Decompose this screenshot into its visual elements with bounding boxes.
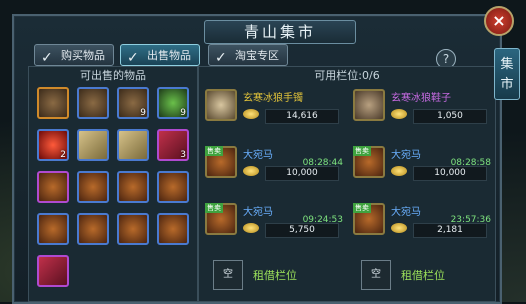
inventory-slot[interactable]: 9 [117,87,149,119]
tab-label: 购买物品 [61,49,105,62]
market-window: 青山集市 ✓ 购买物品 ✓ 出售物品 ✓ 淘宝专区 ? 可出售的物品 9923 … [12,14,502,304]
inventory-slot[interactable] [157,213,189,245]
listing-card[interactable]: 售卖 大宛马 23:57:36 2,181 [353,203,491,249]
empty-slot-badge: 空 [213,260,243,290]
tab-sell[interactable]: ✓ 出售物品 [120,44,200,66]
listing-price: 14,616 [265,109,339,124]
listing-name: 大宛马 [243,150,273,161]
listing-price: 10,000 [413,166,487,181]
inventory-slot[interactable]: 2 [37,129,69,161]
sellable-items-title: 可出售的物品 [80,69,146,82]
tab-label: 淘宝专区 [235,49,279,62]
horse-icon: 售卖 [353,203,385,235]
inventory-slot[interactable] [37,213,69,245]
inventory-slot[interactable] [77,171,109,203]
tab-taobao[interactable]: ✓ 淘宝专区 [208,44,288,66]
listing-card[interactable]: 玄寒冰狼手镯 14,616 [205,89,343,135]
listing-price: 1,050 [413,109,487,124]
listing-price: 2,181 [413,223,487,238]
listing-name: 大宛马 [243,207,273,218]
inventory-slot[interactable] [117,213,149,245]
gold-coin-icon [391,223,407,233]
inventory-slot[interactable] [77,129,109,161]
item-quantity: 2 [60,150,66,160]
listing-price: 10,000 [265,166,339,181]
sellable-items-panel: 可出售的物品 9 9 2 3 [28,66,198,302]
inventory-slot[interactable] [77,87,109,119]
listings-panel: 可用栏位:0/6 玄寒冰狼手镯 14,616 玄寒冰狼鞋子 1,050 售卖 大宛马 08:… [198,66,496,302]
gold-coin-icon [391,109,407,119]
bracelet-icon [205,89,237,121]
empty-slot-badge: 空 [361,260,391,290]
listing-name: 大宛马 [391,207,421,218]
inventory-slot[interactable]: 3 [157,129,189,161]
listing-card[interactable]: 售卖 大宛马 09:24:53 5,750 [205,203,343,249]
inventory-slot[interactable] [77,213,109,245]
item-quantity: 9 [180,108,186,118]
item-quantity: 9 [140,108,146,118]
gold-coin-icon [243,223,259,233]
item-quantity: 3 [180,150,186,160]
inventory-slot[interactable] [117,129,149,161]
on-sale-tag: 售卖 [353,203,371,213]
listing-name: 玄寒冰狼手镯 [243,93,303,104]
rent-slot-button[interactable]: 租借栏位 [401,267,445,283]
available-slots-title: 可用栏位:0/6 [314,69,380,82]
inventory-slot[interactable]: 9 [157,87,189,119]
tab-buy[interactable]: ✓ 购买物品 [34,44,114,66]
on-sale-tag: 售卖 [353,146,371,156]
listing-name: 大宛马 [391,150,421,161]
inventory-slot[interactable] [37,87,69,119]
listing-price: 5,750 [265,223,339,238]
listing-card[interactable]: 售卖 大宛马 08:28:58 10,000 [353,146,491,192]
on-sale-tag: 售卖 [205,203,223,213]
gold-coin-icon [243,166,259,176]
gold-coin-icon [243,109,259,119]
listing-card[interactable]: 玄寒冰狼鞋子 1,050 [353,89,491,135]
on-sale-tag: 售卖 [205,146,223,156]
gold-coin-icon [391,166,407,176]
inventory-slot[interactable] [37,255,69,287]
inventory-slot[interactable] [117,171,149,203]
inventory-slot[interactable] [157,171,189,203]
horse-icon: 售卖 [205,203,237,235]
side-tab-market[interactable]: 集市 [494,48,520,100]
tab-label: 出售物品 [147,49,191,62]
window-title: 青山集市 [204,20,356,44]
listing-card[interactable]: 售卖 大宛马 08:28:44 10,000 [205,146,343,192]
horse-icon: 售卖 [353,146,385,178]
inventory-slot[interactable] [37,171,69,203]
horse-icon: 售卖 [205,146,237,178]
close-icon[interactable]: × [484,6,514,36]
rent-slot-button[interactable]: 租借栏位 [253,267,297,283]
boots-icon [353,89,385,121]
listing-name: 玄寒冰狼鞋子 [391,93,451,104]
